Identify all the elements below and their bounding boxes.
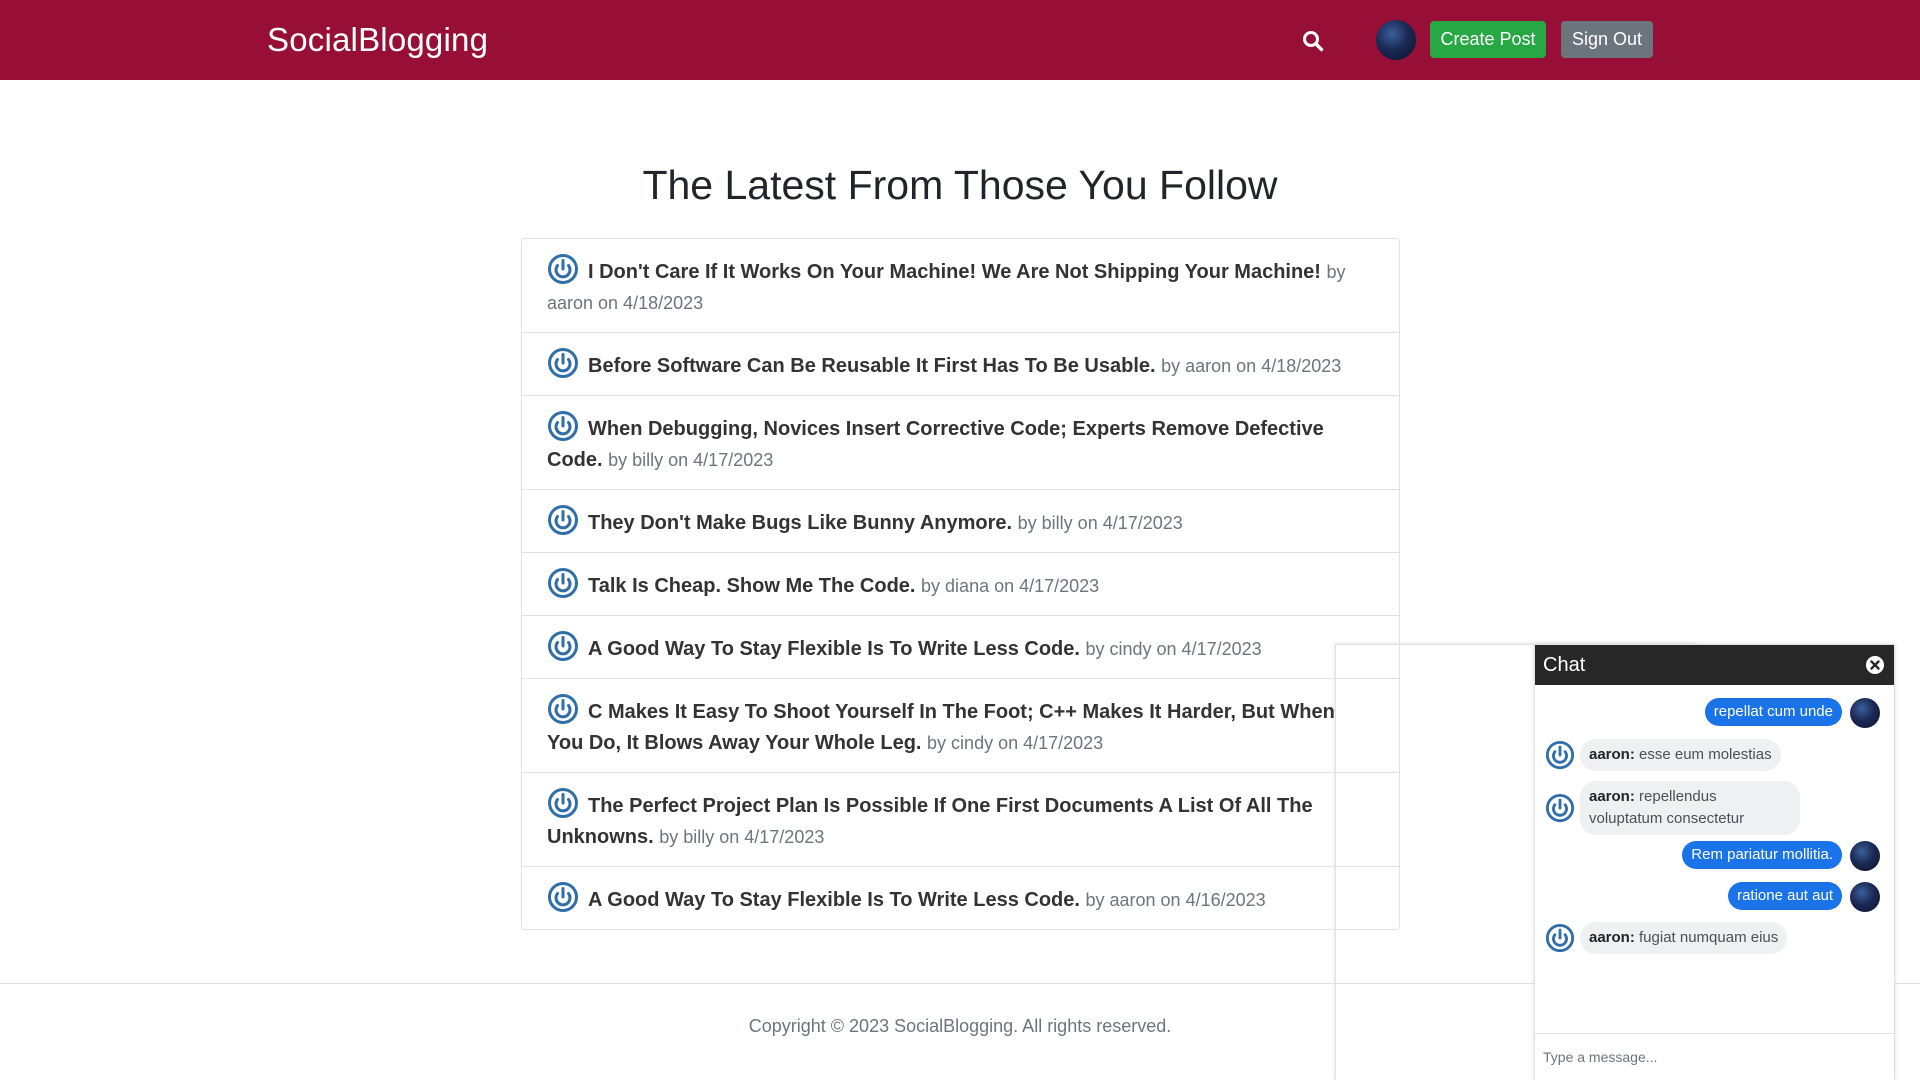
search-icon[interactable] <box>1298 26 1328 56</box>
brand-logo[interactable]: SocialBlogging <box>267 20 488 60</box>
post-meta: by billy on 4/17/2023 <box>1017 513 1183 533</box>
message-bubble: aaron: repellendus voluptatum consectetu… <box>1580 781 1800 835</box>
post-item[interactable]: I Don't Care If It Works On Your Machine… <box>522 239 1399 333</box>
user-avatar-icon <box>1545 740 1575 770</box>
post-meta: by diana on 4/17/2023 <box>921 576 1100 596</box>
post-title[interactable]: I Don't Care If It Works On Your Machine… <box>588 261 1321 283</box>
user-avatar[interactable] <box>1376 20 1416 60</box>
post-item[interactable]: Before Software Can Be Reusable It First… <box>522 333 1399 396</box>
chat-message-other: aaron: fugiat numquam eius <box>1535 922 1894 954</box>
sign-out-button[interactable]: Sign Out <box>1561 21 1653 58</box>
top-navbar: SocialBlogging Create Post Sign Out <box>0 0 1920 1080</box>
post-title[interactable]: Before Software Can Be Reusable It First… <box>588 355 1156 377</box>
message-bubble: Rem pariatur mollitia. <box>1682 841 1842 869</box>
post-item[interactable]: C Makes It Easy To Shoot Yourself In The… <box>522 679 1399 773</box>
post-title[interactable]: A Good Way To Stay Flexible Is To Write … <box>588 638 1080 660</box>
chat-message-other: aaron: esse eum molestias <box>1535 739 1894 771</box>
author-avatar-icon <box>548 348 578 378</box>
post-item[interactable]: They Don't Make Bugs Like Bunny Anymore.… <box>522 490 1399 553</box>
message-bubble: aaron: fugiat numquam eius <box>1580 922 1788 954</box>
author-avatar-icon <box>548 411 578 441</box>
chat-message-other: aaron: repellendus voluptatum consectetu… <box>1535 781 1894 835</box>
avatar <box>1850 882 1880 912</box>
post-title[interactable]: They Don't Make Bugs Like Bunny Anymore. <box>588 512 1012 534</box>
post-item[interactable]: When Debugging, Novices Insert Correctiv… <box>522 396 1399 490</box>
author-avatar-icon <box>548 788 578 818</box>
author-avatar-icon <box>548 505 578 535</box>
avatar <box>1850 698 1880 728</box>
chat-panel: Chat repellat cum unde aaron: esse eum m… <box>1534 644 1895 1080</box>
message-bubble: repellat cum unde <box>1704 698 1842 726</box>
post-list: I Don't Care If It Works On Your Machine… <box>521 238 1400 930</box>
chat-title: Chat <box>1543 654 1586 676</box>
page-title: The Latest From Those You Follow <box>642 162 1278 208</box>
close-circle-icon[interactable] <box>1865 655 1885 675</box>
message-bubble: aaron: esse eum molestias <box>1580 739 1781 771</box>
post-meta: by aaron on 4/16/2023 <box>1085 890 1266 910</box>
post-item[interactable]: A Good Way To Stay Flexible Is To Write … <box>522 867 1399 929</box>
author-avatar-icon <box>548 694 578 724</box>
author-avatar-icon <box>548 254 578 284</box>
post-title[interactable]: A Good Way To Stay Flexible Is To Write … <box>588 889 1080 911</box>
create-post-button[interactable]: Create Post <box>1430 21 1546 58</box>
message-username: aaron: <box>1589 929 1635 946</box>
chat-message-self: ratione aut aut <box>1535 882 1894 912</box>
chat-header: Chat <box>1535 645 1894 685</box>
post-meta: by cindy on 4/17/2023 <box>927 733 1104 753</box>
post-meta: by billy on 4/17/2023 <box>608 450 774 470</box>
author-avatar-icon <box>548 568 578 598</box>
chat-log[interactable]: repellat cum unde aaron: esse eum molest… <box>1535 685 1894 1035</box>
avatar <box>1850 841 1880 871</box>
user-avatar-icon <box>1545 793 1575 823</box>
author-avatar-icon <box>548 882 578 912</box>
chat-message-self: repellat cum unde <box>1535 698 1894 728</box>
chat-message-input[interactable] <box>1535 1033 1894 1080</box>
user-avatar-icon <box>1545 923 1575 953</box>
message-username: aaron: <box>1589 788 1635 805</box>
message-username: aaron: <box>1589 746 1635 763</box>
post-item[interactable]: Talk Is Cheap. Show Me The Code. by dian… <box>522 553 1399 616</box>
post-item[interactable]: A Good Way To Stay Flexible Is To Write … <box>522 616 1399 679</box>
message-text: esse eum molestias <box>1639 746 1772 763</box>
post-title[interactable]: Talk Is Cheap. Show Me The Code. <box>588 575 915 597</box>
message-bubble: ratione aut aut <box>1728 882 1842 910</box>
chat-message-self: Rem pariatur mollitia. <box>1535 841 1894 871</box>
post-item[interactable]: The Perfect Project Plan Is Possible If … <box>522 773 1399 867</box>
author-avatar-icon <box>548 631 578 661</box>
post-meta: by billy on 4/17/2023 <box>659 827 825 847</box>
post-meta: by cindy on 4/17/2023 <box>1085 639 1262 659</box>
post-meta: by aaron on 4/18/2023 <box>1161 356 1342 376</box>
message-text: fugiat numquam eius <box>1639 929 1779 946</box>
